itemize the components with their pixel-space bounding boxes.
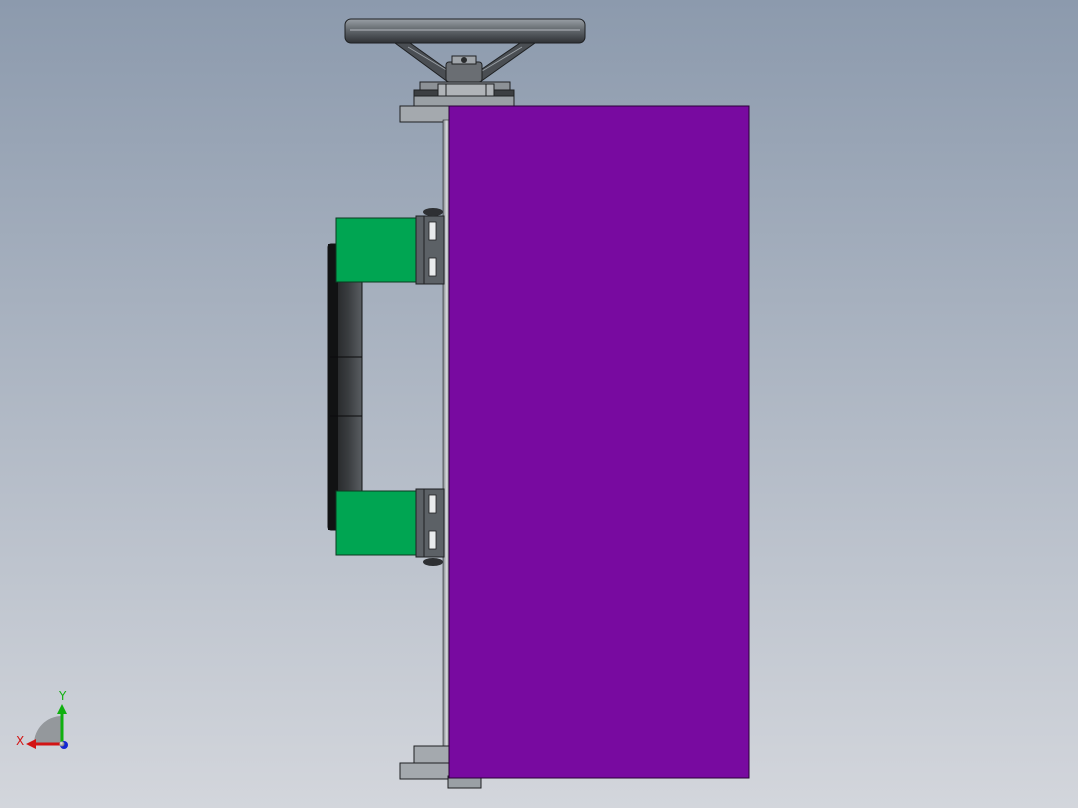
triad-y-label: Y <box>58 689 67 703</box>
handwheel-hub <box>445 61 483 83</box>
upper-bracket-assembly[interactable] <box>335 208 445 285</box>
cad-viewport[interactable]: Y X <box>0 0 1078 808</box>
upper-green-bracket <box>335 217 419 283</box>
lower-green-bracket <box>335 490 419 556</box>
drive-motor[interactable] <box>327 243 363 531</box>
lower-bracket-assembly[interactable] <box>335 488 445 566</box>
bottom-mount-plate <box>399 762 451 780</box>
top-mount-plate <box>399 105 451 123</box>
main-housing[interactable] <box>448 105 750 779</box>
handwheel-rim <box>344 18 586 44</box>
triad-x-label: X <box>16 734 24 748</box>
